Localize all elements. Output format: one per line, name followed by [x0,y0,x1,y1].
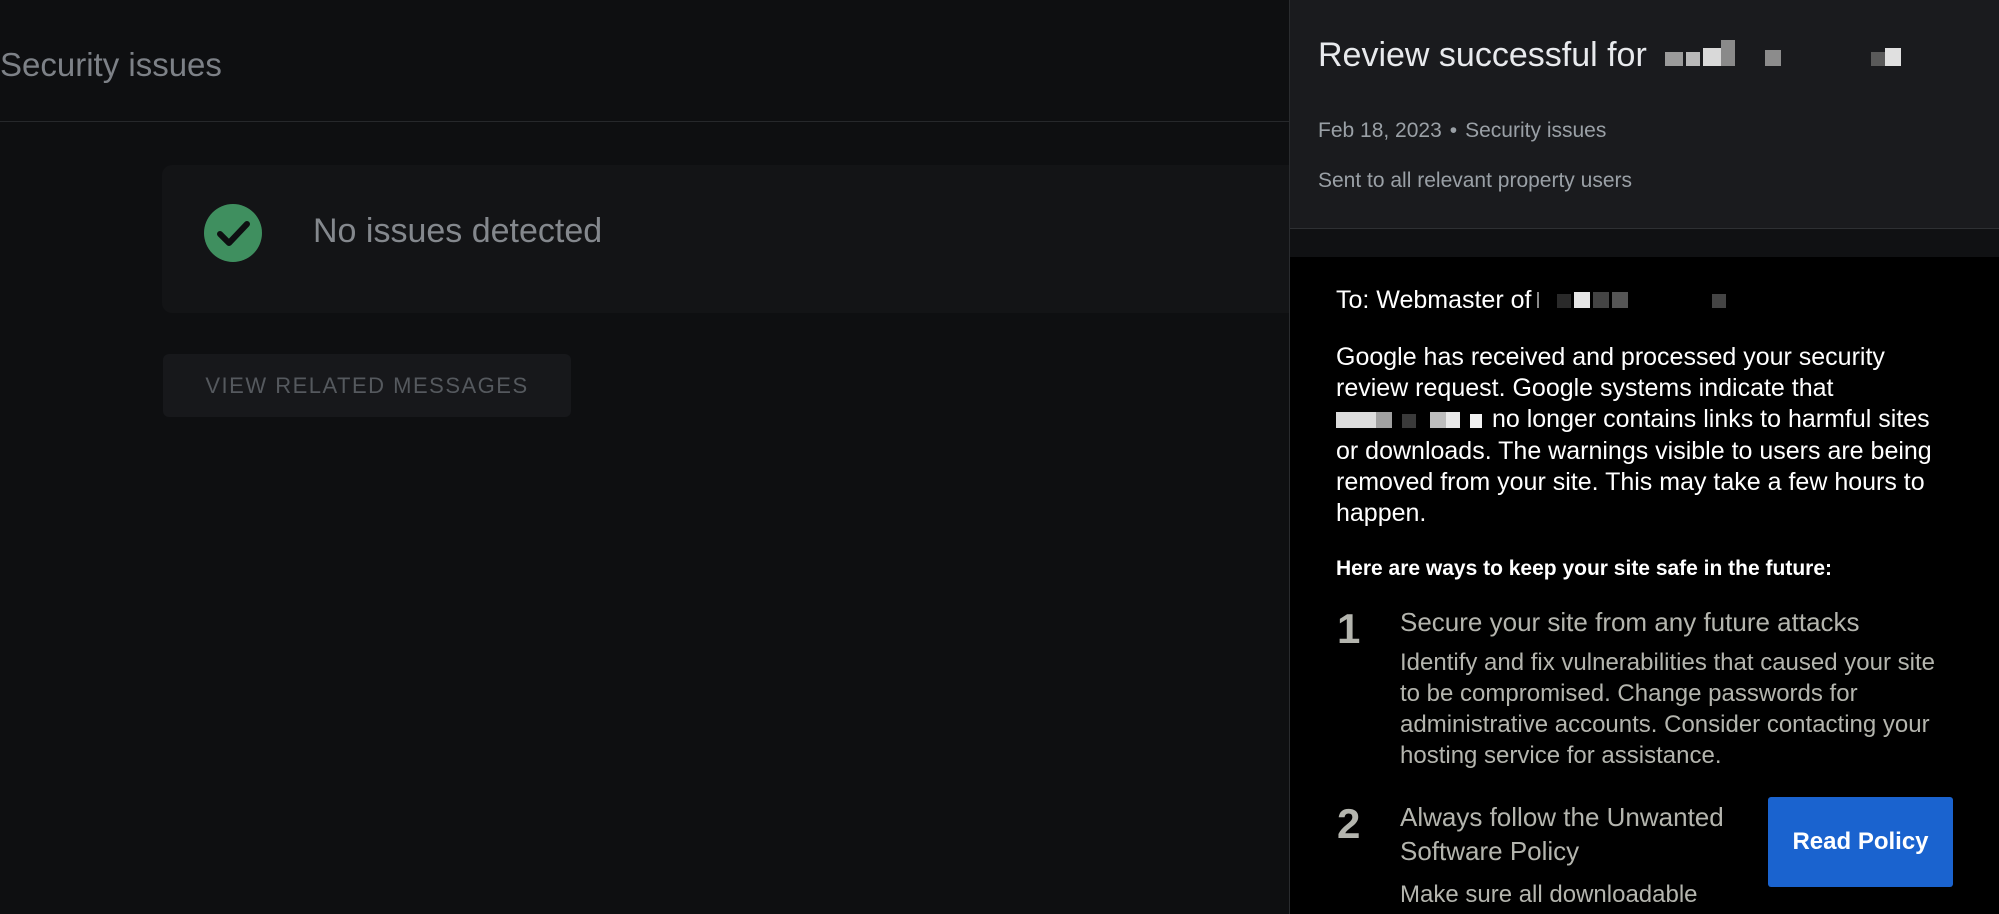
email-paragraph-lead: Google has received and processed your s… [1336,343,1885,402]
tip-number: 1 [1337,605,1361,652]
tip-title: Always follow the Unwanted Software Poli… [1400,802,1724,866]
message-meta: Feb 18, 2023 • Security issues [1318,119,1606,143]
status-card: No issues detected [162,165,1289,313]
email-paragraph: Google has received and processed your s… [1336,342,1956,529]
email-to-prefix: To: Webmaster of [1336,286,1532,314]
security-issues-page: Security issues No issues detected VIEW … [0,0,1289,914]
tips-heading: Here are ways to keep your site safe in … [1336,557,1833,580]
tip-description: Identify and fix vulnerabilities that ca… [1400,649,1935,769]
message-category: Security issues [1465,119,1607,142]
message-detail-panel: Review successful for Feb 18, 2023 • Secur… [1289,0,1999,914]
message-title: Review successful for [1318,36,1904,75]
meta-separator: • [1449,119,1458,142]
status-text: No issues detected [313,212,603,250]
message-recipients: Sent to all relevant property users [1318,169,1632,192]
redacted-site-name [1537,286,1729,315]
message-date: Feb 18, 2023 [1318,119,1442,142]
tip-number: 2 [1337,800,1361,847]
tip-description: Make sure all downloadable [1400,881,1698,908]
email-to-line: To: Webmaster of [1336,286,1729,315]
message-header: Review successful for Feb 18, 2023 • Secur… [1290,0,1999,229]
page-header: Security issues [0,0,1289,122]
read-policy-button[interactable]: Read Policy [1768,797,1953,887]
page-title: Security issues [0,46,222,83]
view-related-messages-button[interactable]: VIEW RELATED MESSAGES [163,354,571,417]
redacted-site-name [1336,405,1485,436]
check-circle-icon [204,204,262,262]
email-body: To: Webmaster of Google has received and… [1290,257,1999,914]
tip-title: Secure your site from any future attacks [1400,607,1860,637]
message-title-text: Review successful for [1318,36,1647,74]
redacted-site-name [1664,36,1904,75]
